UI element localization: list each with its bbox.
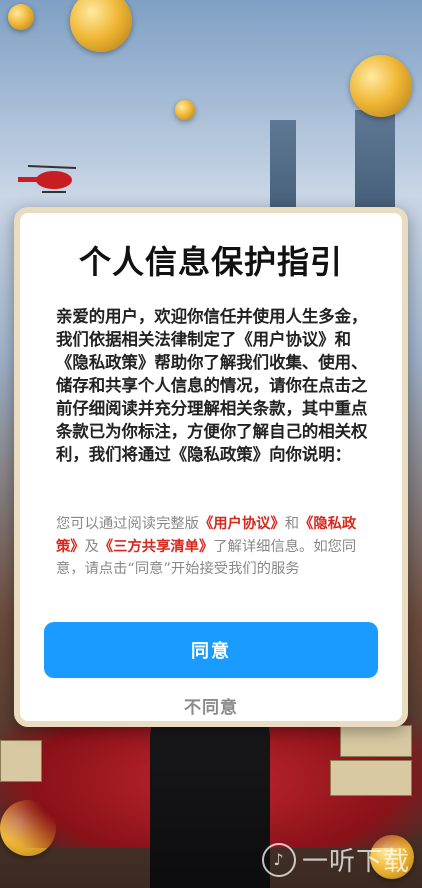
dialog-title: 个人信息保护指引 xyxy=(78,243,343,281)
cash-stack xyxy=(330,760,412,796)
sub-text-prefix: 您可以通过阅读完整版 xyxy=(56,516,199,532)
sub-text-and: 和 xyxy=(284,516,300,532)
cash-stack xyxy=(0,740,42,782)
user-agreement-link[interactable]: 《用户协议》 xyxy=(199,516,285,532)
dialog-sub-text: 您可以通过阅读完整版《用户协议》和《隐私政策》及《三方共享清单》了解详细信息。如… xyxy=(56,513,376,581)
ear-icon: ♪ xyxy=(261,842,296,877)
gold-coin xyxy=(8,4,34,30)
third-party-list-link[interactable]: 《三方共享清单》 xyxy=(99,539,213,555)
sub-text-also: 及 xyxy=(84,538,99,555)
gold-coin xyxy=(175,100,195,120)
dialog-body-text: 亲爱的用户，欢迎你信任并使用人生多金，我们依据相关法律制定了《用户协议》和《隐私… xyxy=(56,307,368,464)
privacy-guide-dialog: 个人信息保护指引 亲爱的用户，欢迎你信任并使用人生多金，我们依据相关法律制定了《… xyxy=(14,207,408,727)
gold-coin xyxy=(350,55,412,117)
agree-button[interactable]: 同意 xyxy=(44,622,378,678)
cash-stack xyxy=(340,725,412,757)
gold-coin xyxy=(70,0,132,52)
disagree-button[interactable]: 不同意 xyxy=(20,693,402,718)
watermark: ♪ 一听下载 xyxy=(261,841,410,878)
watermark-text: 一听下载 xyxy=(301,847,410,877)
helicopter-icon xyxy=(18,165,77,193)
